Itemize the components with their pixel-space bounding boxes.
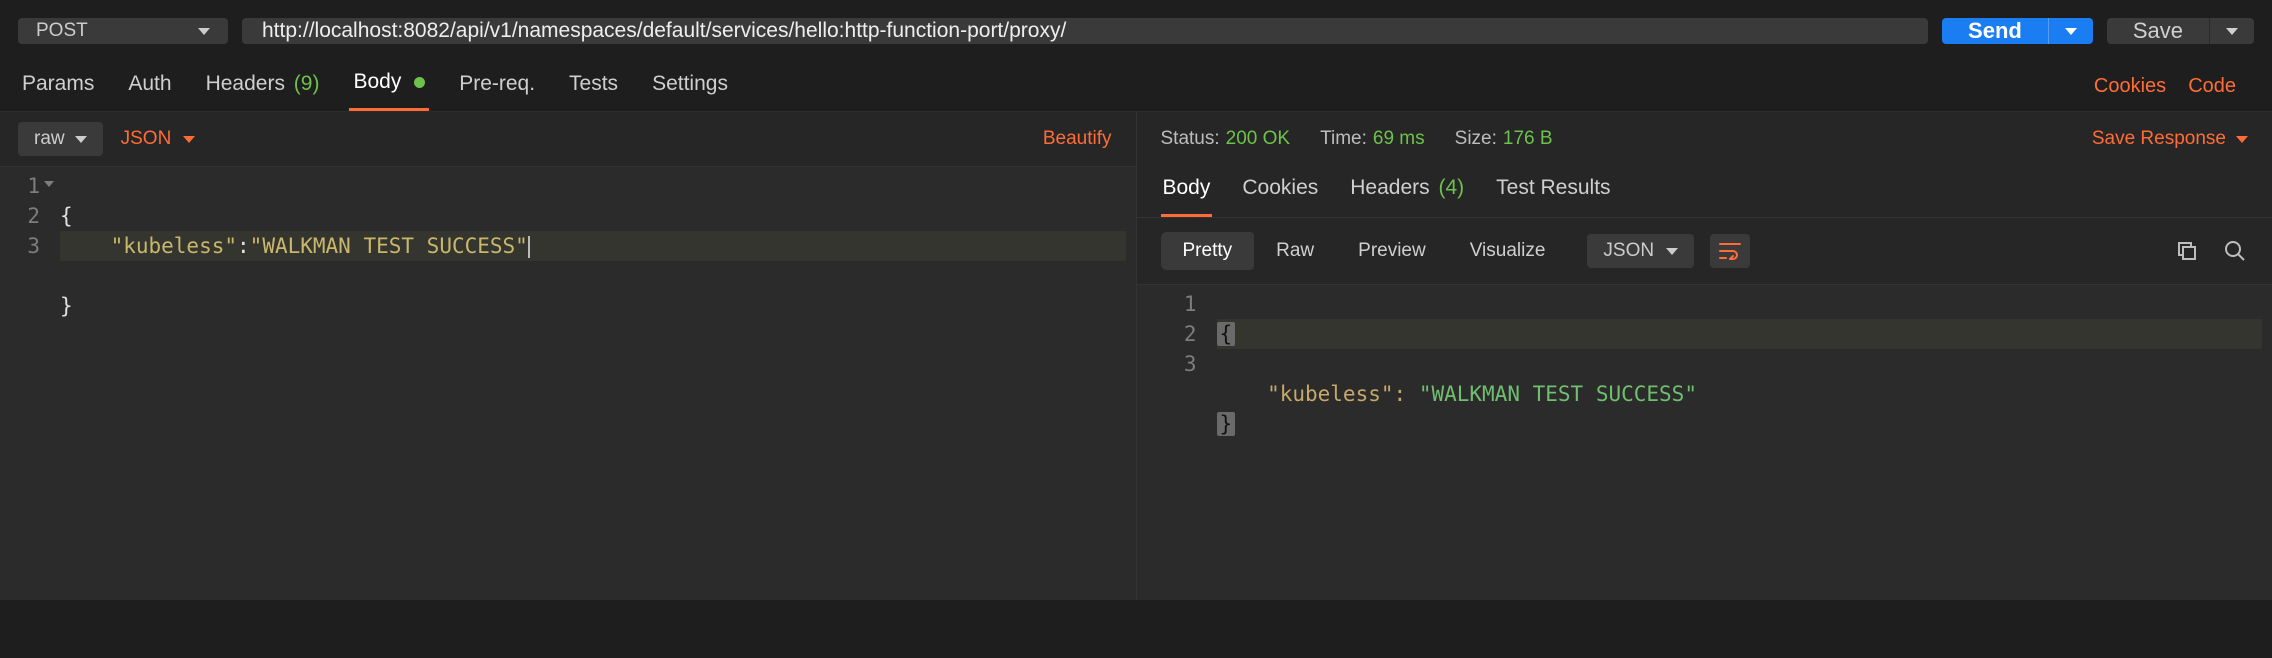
request-url-input[interactable] (242, 18, 1928, 44)
response-panel: Status: 200 OK Time: 69 ms Size: 176 B Save… (1136, 112, 2272, 600)
tab-prereq[interactable]: Pre-req. (455, 64, 539, 110)
request-panel: raw JSON Beautify 1 2 3 { "kubeless":"WA… (0, 112, 1136, 600)
tab-auth[interactable]: Auth (124, 64, 175, 110)
code-line: } (60, 294, 73, 318)
code-line: { (1217, 319, 2263, 349)
save-button[interactable]: Save (2107, 18, 2209, 44)
save-dropdown-button[interactable] (2209, 18, 2254, 44)
editor-code[interactable]: { "kubeless":"WALKMAN TEST SUCCESS" } (50, 167, 1136, 600)
editor-gutter: 123 (1137, 285, 1207, 600)
tab-params[interactable]: Params (18, 64, 98, 110)
wrap-lines-button[interactable] (1710, 234, 1750, 268)
response-view-segment: Pretty Raw Preview Visualize (1161, 232, 1568, 270)
time-label: Time: (1320, 128, 1367, 149)
send-button[interactable]: Send (1942, 18, 2048, 44)
cookies-link[interactable]: Cookies (2094, 75, 2166, 98)
view-visualize-button[interactable]: Visualize (1448, 232, 1568, 270)
body-mode-select[interactable]: raw (18, 122, 103, 156)
search-response-button[interactable] (2222, 238, 2248, 264)
http-method-select[interactable]: POST (18, 18, 228, 44)
save-response-button[interactable]: Save Response (2092, 128, 2248, 150)
tab-headers[interactable]: Headers (9) (202, 64, 324, 110)
copy-response-button[interactable] (2174, 238, 2200, 264)
fold-icon (44, 181, 54, 187)
request-body-editor[interactable]: 1 2 3 { "kubeless":"WALKMAN TEST SUCCESS… (0, 166, 1136, 600)
status-value: 200 OK (1226, 128, 1290, 149)
wrap-icon (1719, 242, 1741, 260)
save-response-label: Save Response (2092, 128, 2226, 150)
resp-tab-test-results[interactable]: Test Results (1494, 166, 1612, 217)
tab-tests[interactable]: Tests (565, 64, 622, 110)
unsaved-dot-icon (414, 77, 425, 88)
beautify-button[interactable]: Beautify (1043, 128, 1118, 150)
response-format-select[interactable]: JSON (1587, 234, 1694, 268)
chevron-down-icon (198, 28, 210, 35)
size-value: 176 B (1503, 128, 1553, 149)
response-meta: Status: 200 OK Time: 69 ms Size: 176 B Save… (1137, 112, 2272, 166)
response-format-label: JSON (1603, 240, 1654, 262)
body-mode-label: raw (34, 128, 65, 150)
resp-tab-headers-label: Headers (1350, 176, 1429, 199)
time-value: 69 ms (1373, 128, 1425, 149)
response-body-viewer[interactable]: 123 { "kubeless": "WALKMAN TEST SUCCESS"… (1137, 284, 2272, 600)
chevron-down-icon (2226, 28, 2238, 35)
status-label: Status: (1161, 128, 1220, 149)
tab-headers-count: (9) (294, 72, 320, 95)
code-line: "kubeless": "WALKMAN TEST SUCCESS" (1217, 382, 1697, 406)
copy-icon (2176, 240, 2198, 262)
chevron-down-icon (183, 136, 195, 143)
tab-headers-label: Headers (206, 72, 285, 95)
resp-tab-cookies[interactable]: Cookies (1240, 166, 1320, 217)
send-dropdown-button[interactable] (2048, 18, 2093, 44)
chevron-down-icon (1666, 248, 1678, 255)
view-raw-button[interactable]: Raw (1254, 232, 1336, 270)
resp-tab-headers-count: (4) (1438, 176, 1464, 199)
code-line: } (1217, 412, 1236, 436)
size-label: Size: (1455, 128, 1497, 149)
code-line: { (60, 204, 73, 228)
chevron-down-icon (75, 136, 87, 143)
text-cursor-icon (528, 236, 530, 258)
chevron-down-icon (2065, 28, 2077, 35)
code-link[interactable]: Code (2188, 75, 2236, 98)
tab-body-label: Body (353, 70, 401, 93)
resp-tab-body[interactable]: Body (1161, 166, 1213, 217)
search-icon (2223, 239, 2247, 263)
view-preview-button[interactable]: Preview (1336, 232, 1448, 270)
tab-body[interactable]: Body (349, 62, 429, 111)
body-format-label: JSON (121, 128, 172, 150)
tab-settings[interactable]: Settings (648, 64, 732, 110)
body-format-select[interactable]: JSON (121, 128, 196, 150)
view-pretty-button[interactable]: Pretty (1161, 232, 1255, 270)
editor-gutter: 1 2 3 (0, 167, 50, 600)
resp-tab-headers[interactable]: Headers (4) (1348, 166, 1466, 217)
http-method-label: POST (36, 20, 88, 42)
chevron-down-icon (2236, 136, 2248, 143)
editor-code[interactable]: { "kubeless": "WALKMAN TEST SUCCESS" } (1207, 285, 2272, 600)
code-line: "kubeless":"WALKMAN TEST SUCCESS" (60, 231, 1126, 261)
